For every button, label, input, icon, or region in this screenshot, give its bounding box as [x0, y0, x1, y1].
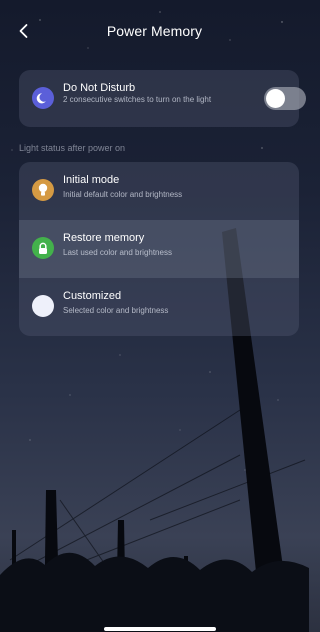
- section-label: Light status after power on: [19, 143, 126, 153]
- do-not-disturb-card: Do Not Disturb 2 consecutive switches to…: [19, 70, 306, 127]
- mode-subtitle: Selected color and brightness: [63, 306, 169, 315]
- mode-subtitle: Initial default color and brightness: [63, 190, 183, 199]
- toggle-knob: [266, 89, 285, 108]
- mode-title: Initial mode: [63, 174, 120, 186]
- mode-title: Customized: [63, 290, 122, 302]
- moon-icon: [32, 87, 54, 109]
- mode-option-customized[interactable]: Customized Selected color and brightness: [19, 278, 299, 336]
- mode-subtitle: Last used color and brightness: [63, 248, 172, 257]
- bulb-icon: [32, 179, 54, 201]
- power-on-mode-list: Initial mode Initial default color and b…: [19, 162, 299, 336]
- page-title: Power Memory: [106, 23, 203, 39]
- do-not-disturb-toggle[interactable]: [264, 87, 306, 110]
- circle-icon: [32, 295, 54, 317]
- do-not-disturb-title: Do Not Disturb: [63, 82, 136, 94]
- do-not-disturb-subtitle: 2 consecutive switches to turn on the li…: [63, 95, 212, 104]
- lock-icon: [32, 237, 54, 259]
- mode-option-restore-memory[interactable]: Restore memory Last used color and brigh…: [19, 220, 299, 278]
- home-indicator[interactable]: [104, 627, 216, 631]
- mode-option-initial[interactable]: Initial mode Initial default color and b…: [19, 162, 299, 220]
- top-bar: Power Memory: [0, 0, 309, 62]
- mode-title: Restore memory: [63, 232, 145, 244]
